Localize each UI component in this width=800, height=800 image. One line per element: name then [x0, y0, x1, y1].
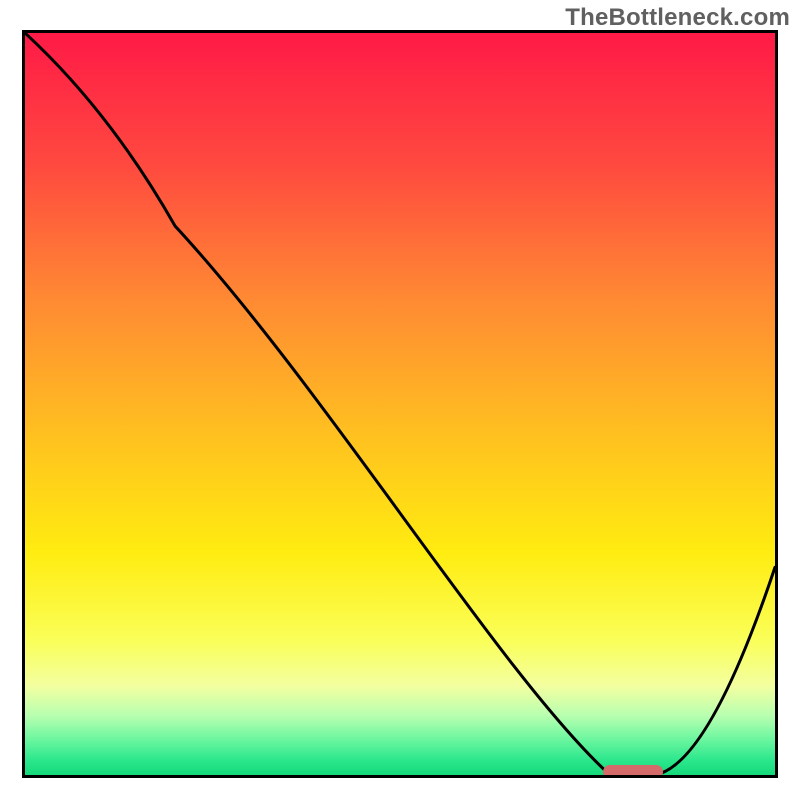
- bottleneck-chart: TheBottleneck.com: [0, 0, 800, 800]
- curve-layer: [25, 33, 775, 775]
- optimum-marker: [603, 765, 663, 778]
- bottleneck-curve-path: [25, 33, 775, 775]
- attribution-watermark: TheBottleneck.com: [565, 4, 790, 32]
- plot-area: [22, 30, 778, 778]
